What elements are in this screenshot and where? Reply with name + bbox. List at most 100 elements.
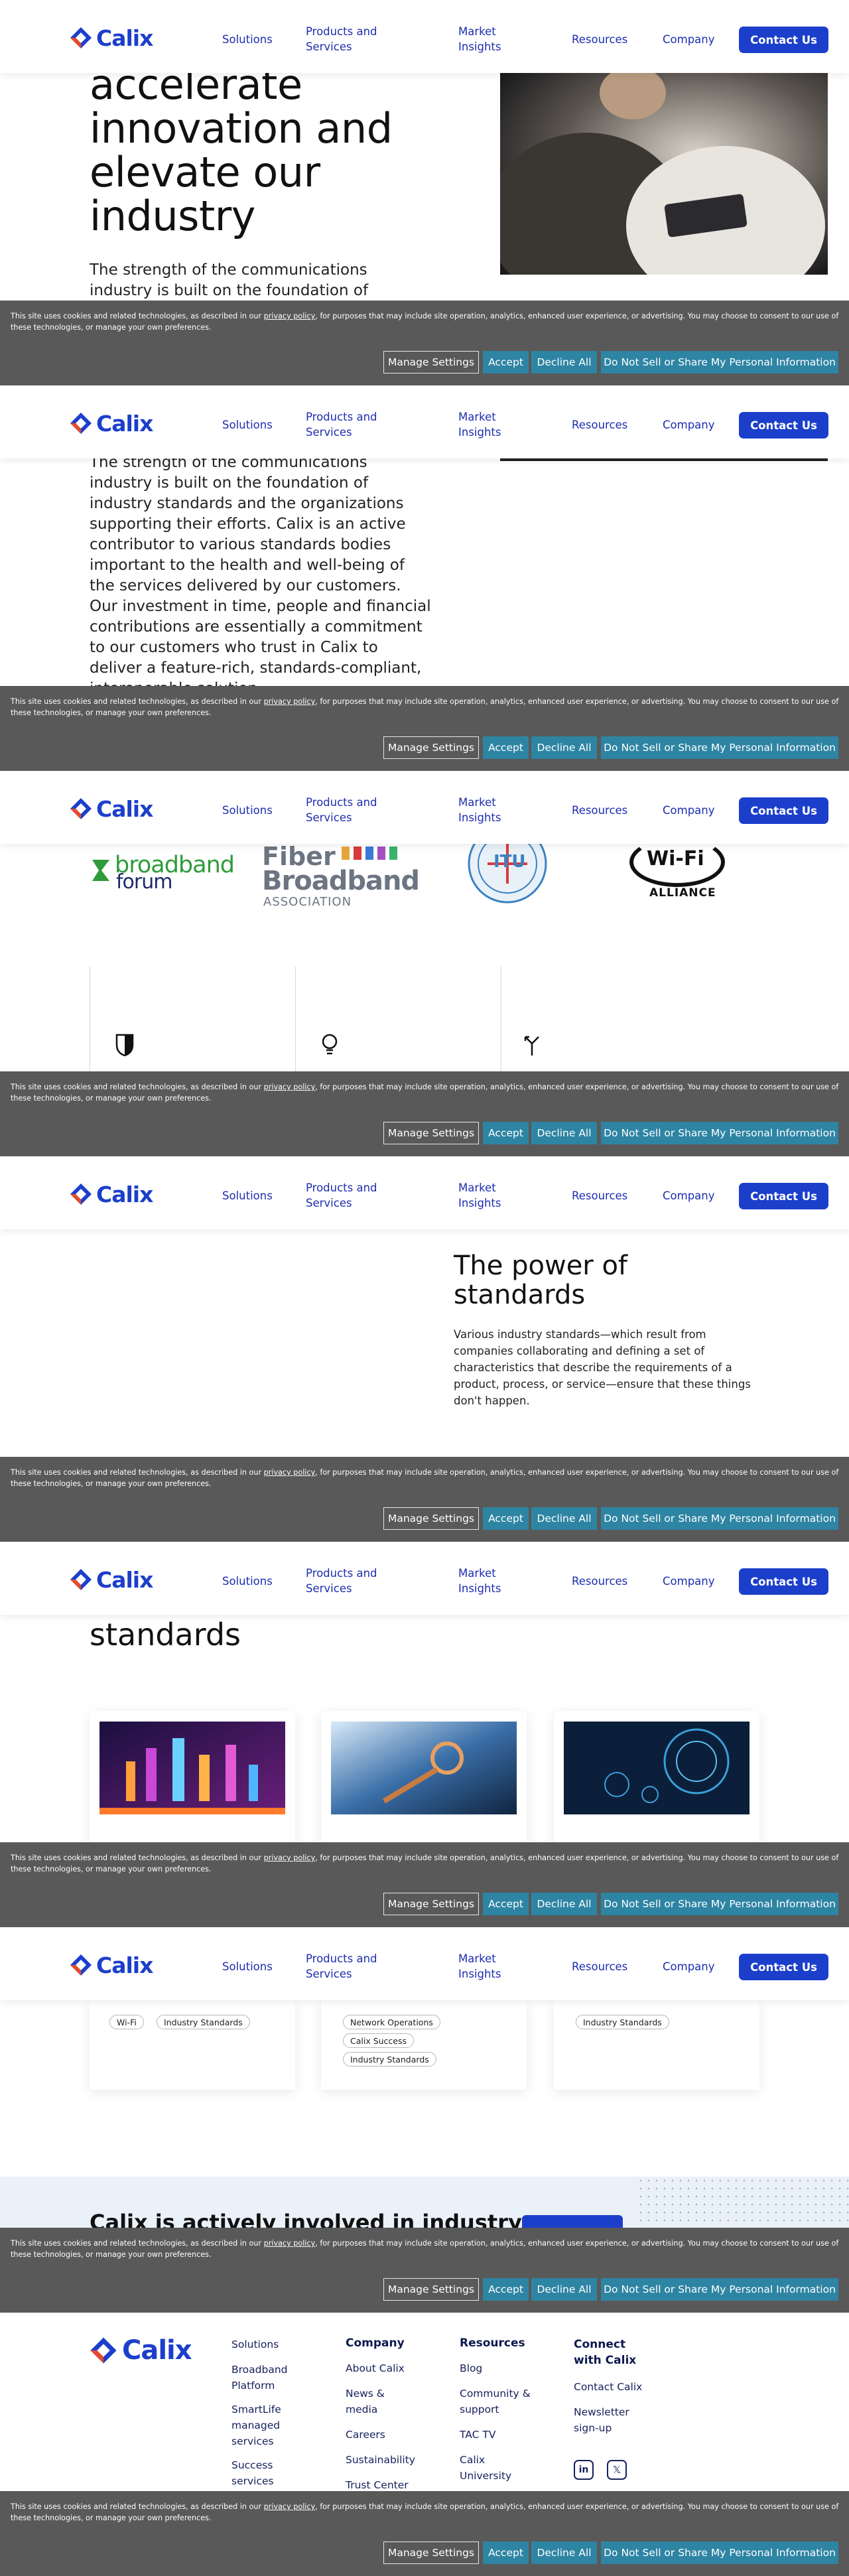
- accept-button[interactable]: Accept: [483, 351, 529, 373]
- contact-us-button[interactable]: Contact Us: [739, 27, 828, 53]
- nav-products-services[interactable]: Products and Services: [306, 409, 377, 440]
- nav-market-insights[interactable]: Market Insights: [458, 1566, 501, 1596]
- resource-card[interactable]: [554, 1711, 759, 1864]
- do-not-sell-button[interactable]: Do Not Sell or Share My Personal Informa…: [601, 1507, 838, 1530]
- manage-settings-button[interactable]: Manage Settings: [383, 2542, 479, 2564]
- tag-chip[interactable]: Industry Standards: [576, 2015, 669, 2029]
- nav-company[interactable]: Company: [663, 417, 715, 433]
- wifi-alliance-logo[interactable]: Wi-Fi ALLIANCE: [627, 837, 726, 910]
- footer-link[interactable]: SmartLife managed services: [231, 2402, 311, 2449]
- nav-market-insights[interactable]: Market Insights: [458, 1180, 501, 1211]
- nav-resources[interactable]: Resources: [572, 417, 627, 433]
- linkedin-icon[interactable]: in: [574, 2460, 594, 2480]
- footer-link[interactable]: Calix University: [460, 2452, 546, 2484]
- footer-logo[interactable]: Calix: [89, 2335, 192, 2366]
- footer-link[interactable]: Blog: [460, 2360, 546, 2376]
- footer-link[interactable]: Newsletter sign-up: [574, 2404, 660, 2436]
- do-not-sell-button[interactable]: Do Not Sell or Share My Personal Informa…: [601, 2278, 838, 2301]
- nav-products-services[interactable]: Products and Services: [306, 795, 377, 825]
- resource-card[interactable]: [321, 1711, 527, 1864]
- footer-link[interactable]: Success services: [231, 2457, 311, 2489]
- decline-all-button[interactable]: Decline All: [531, 1507, 597, 1530]
- do-not-sell-button[interactable]: Do Not Sell or Share My Personal Informa…: [601, 1122, 838, 1144]
- nav-products-services[interactable]: Products and Services: [306, 1951, 377, 1982]
- footer-link[interactable]: TAC TV: [460, 2427, 546, 2443]
- footer-link[interactable]: News & media: [346, 2386, 432, 2417]
- privacy-policy-link[interactable]: privacy policy: [264, 2239, 316, 2248]
- manage-settings-button[interactable]: Manage Settings: [383, 1122, 479, 1144]
- nav-solutions[interactable]: Solutions: [222, 32, 273, 47]
- nav-products-services[interactable]: Products and Services: [306, 1566, 377, 1596]
- do-not-sell-button[interactable]: Do Not Sell or Share My Personal Informa…: [601, 351, 838, 373]
- privacy-policy-link[interactable]: privacy policy: [264, 697, 316, 706]
- calix-logo[interactable]: Calix: [69, 1952, 153, 1978]
- cta-button[interactable]: [522, 2215, 623, 2228]
- manage-settings-button[interactable]: Manage Settings: [383, 2278, 479, 2301]
- tag-chip[interactable]: Industry Standards: [157, 2015, 250, 2029]
- manage-settings-button[interactable]: Manage Settings: [383, 1507, 479, 1530]
- decline-all-button[interactable]: Decline All: [531, 2542, 597, 2564]
- nav-resources[interactable]: Resources: [572, 1959, 627, 1974]
- do-not-sell-button[interactable]: Do Not Sell or Share My Personal Informa…: [601, 2542, 838, 2564]
- calix-logo[interactable]: Calix: [69, 795, 153, 822]
- contact-us-button[interactable]: Contact Us: [739, 1954, 828, 1980]
- nav-company[interactable]: Company: [663, 803, 715, 818]
- calix-logo[interactable]: Calix: [69, 1181, 153, 1207]
- nav-company[interactable]: Company: [663, 1574, 715, 1589]
- contact-us-button[interactable]: Contact Us: [739, 797, 828, 824]
- broadband-forum-logo[interactable]: broadband forum: [90, 850, 249, 897]
- contact-us-button[interactable]: Contact Us: [739, 412, 828, 439]
- privacy-policy-link[interactable]: privacy policy: [264, 2502, 316, 2511]
- manage-settings-button[interactable]: Manage Settings: [383, 1893, 479, 1915]
- resource-card-footer[interactable]: Wi-Fi Industry Standards: [90, 2000, 295, 2090]
- nav-resources[interactable]: Resources: [572, 32, 627, 47]
- accept-button[interactable]: Accept: [483, 1893, 529, 1915]
- accept-button[interactable]: Accept: [483, 736, 529, 759]
- manage-settings-button[interactable]: Manage Settings: [383, 736, 479, 759]
- nav-company[interactable]: Company: [663, 1959, 715, 1974]
- tag-chip[interactable]: Calix Success: [343, 2033, 415, 2048]
- privacy-policy-link[interactable]: privacy policy: [264, 312, 316, 320]
- nav-solutions[interactable]: Solutions: [222, 803, 273, 818]
- nav-market-insights[interactable]: Market Insights: [458, 409, 501, 440]
- calix-logo[interactable]: Calix: [69, 1566, 153, 1593]
- resource-card-footer[interactable]: Network Operations Calix Success Industr…: [321, 2000, 527, 2090]
- footer-link[interactable]: Broadband Platform: [231, 2362, 311, 2394]
- nav-solutions[interactable]: Solutions: [222, 1574, 273, 1589]
- fiber-broadband-logo[interactable]: Fiber Broadband ASSOCIATION: [262, 844, 421, 917]
- tag-chip[interactable]: Industry Standards: [343, 2052, 436, 2067]
- footer-link[interactable]: About Calix: [346, 2360, 432, 2376]
- tag-chip[interactable]: Wi-Fi: [109, 2015, 144, 2029]
- accept-button[interactable]: Accept: [483, 2278, 529, 2301]
- itu-logo[interactable]: ITU: [464, 824, 551, 904]
- footer-link[interactable]: Solutions: [231, 2337, 311, 2352]
- tag-chip[interactable]: Network Operations: [343, 2015, 440, 2029]
- privacy-policy-link[interactable]: privacy policy: [264, 1854, 316, 1862]
- accept-button[interactable]: Accept: [483, 1122, 529, 1144]
- footer-link[interactable]: Sustainability: [346, 2452, 432, 2468]
- nav-market-insights[interactable]: Market Insights: [458, 795, 501, 825]
- decline-all-button[interactable]: Decline All: [531, 2278, 597, 2301]
- footer-link[interactable]: Careers: [346, 2427, 432, 2443]
- nav-products-services[interactable]: Products and Services: [306, 1180, 377, 1211]
- privacy-policy-link[interactable]: privacy policy: [264, 1083, 316, 1091]
- decline-all-button[interactable]: Decline All: [531, 1893, 597, 1915]
- nav-resources[interactable]: Resources: [572, 1188, 627, 1203]
- nav-solutions[interactable]: Solutions: [222, 417, 273, 433]
- nav-market-insights[interactable]: Market Insights: [458, 1951, 501, 1982]
- calix-logo[interactable]: Calix: [69, 25, 153, 51]
- nav-company[interactable]: Company: [663, 1188, 715, 1203]
- nav-company[interactable]: Company: [663, 32, 715, 47]
- nav-market-insights[interactable]: Market Insights: [458, 24, 501, 54]
- nav-products-services[interactable]: Products and Services: [306, 24, 377, 54]
- calix-logo[interactable]: Calix: [69, 410, 153, 437]
- decline-all-button[interactable]: Decline All: [531, 1122, 597, 1144]
- decline-all-button[interactable]: Decline All: [531, 351, 597, 373]
- contact-us-button[interactable]: Contact Us: [739, 1568, 828, 1595]
- accept-button[interactable]: Accept: [483, 2542, 529, 2564]
- manage-settings-button[interactable]: Manage Settings: [383, 351, 479, 373]
- accept-button[interactable]: Accept: [483, 1507, 529, 1530]
- x-twitter-icon[interactable]: 𝕏: [607, 2460, 627, 2480]
- nav-solutions[interactable]: Solutions: [222, 1188, 273, 1203]
- nav-solutions[interactable]: Solutions: [222, 1959, 273, 1974]
